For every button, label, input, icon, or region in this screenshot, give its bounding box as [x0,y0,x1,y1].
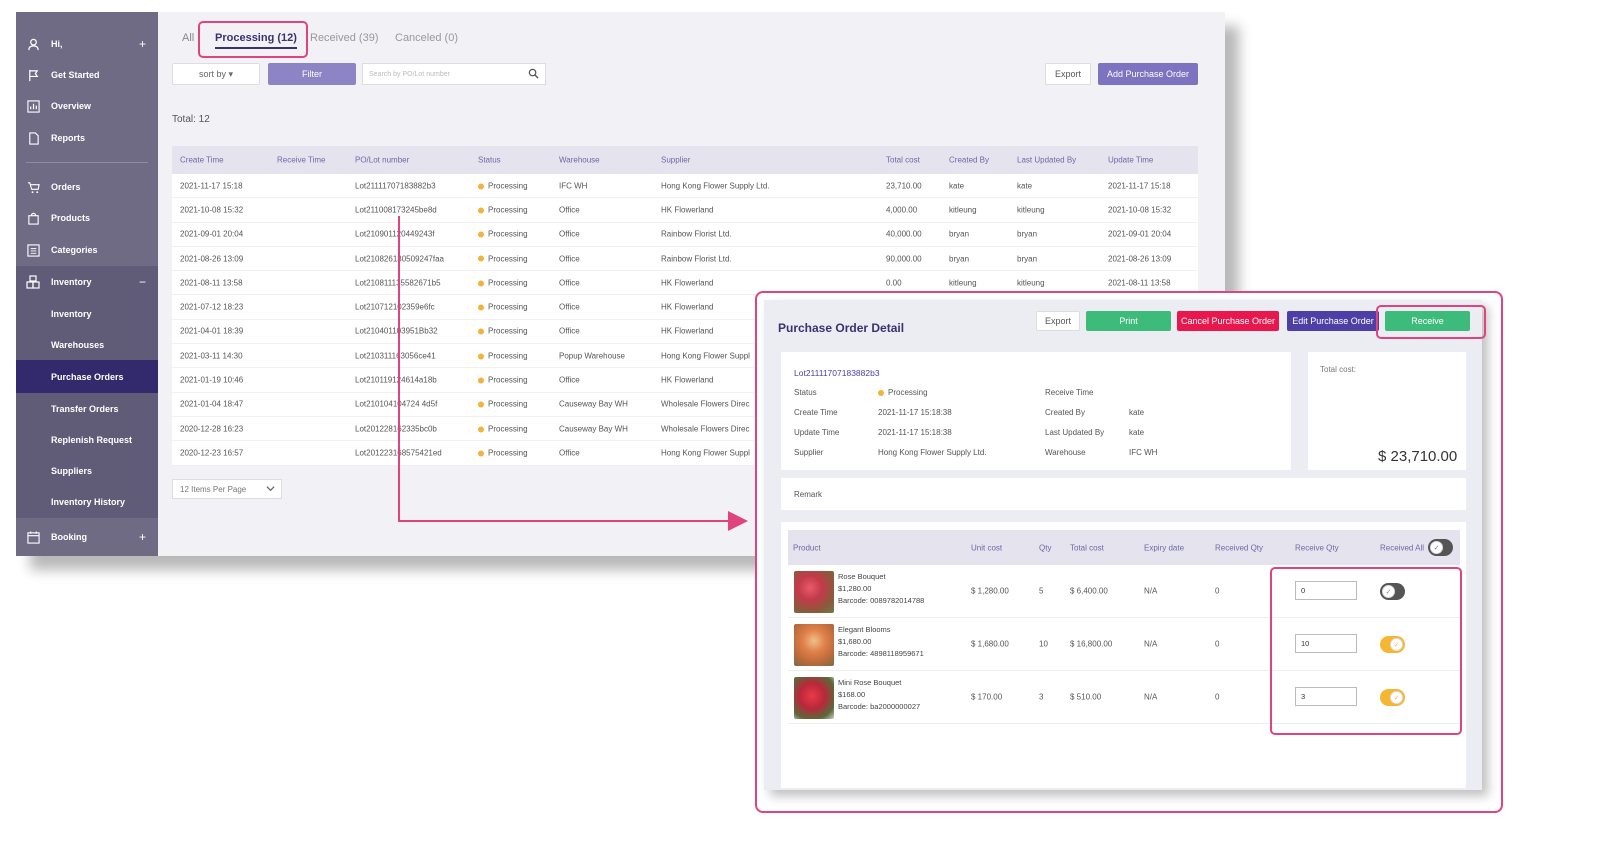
receive-qty-highlight [1270,567,1462,735]
product-price: $1,680.00 [838,637,872,646]
product-price: $1,280.00 [838,584,872,593]
unit-cost: $ 170.00 [971,692,1003,702]
product-column-header: Unit cost [971,543,1003,552]
update-time-value: 2021-11-17 15:18:38 [878,428,952,437]
qty: 10 [1039,639,1048,649]
detail-title: Purchase Order Detail [778,321,905,335]
status-value: Processing [878,388,928,397]
purchase-order-detail-panel: Purchase Order Detail Export Print Cance… [764,300,1486,790]
create-time-label: Create Time [794,408,838,417]
warehouse-value: IFC WH [1129,448,1158,457]
total-cost-value: $ 23,710.00 [1378,448,1458,465]
remark-label: Remark [794,490,823,499]
receive-time-label: Receive Time [1045,388,1094,397]
status-label: Status [794,388,817,397]
cancel-purchase-order-button[interactable]: Cancel Purchase Order [1177,311,1279,331]
product-column-header: Product [793,543,821,552]
product-column-header: Received All [1380,543,1425,552]
lot-number: Lot21111707183882b3 [794,368,880,378]
product-column-header: Qty [1039,543,1052,552]
unit-cost: $ 1,280.00 [971,586,1009,596]
remark-card: Remark [781,478,1466,510]
product-image [794,571,834,613]
product-barcode: Barcode: ba2000000027 [838,702,921,711]
product-column-header: Total cost [1070,543,1104,552]
status-dot [878,389,884,396]
product-price: $168.00 [838,690,866,699]
product-barcode: Barcode: 4898118959671 [838,649,924,658]
product-column-header: Expiry date [1144,543,1185,552]
last-updated-by-label: Last Updated By [1045,428,1105,437]
created-by-label: Created By [1045,408,1086,417]
product-info: Mini Rose Bouquet $168.00 Barcode: ba20000… [838,677,920,713]
product-name: Rose Bouquet [838,572,886,581]
supplier-value: Hong Kong Flower Supply Ltd. [878,448,987,457]
line-total: $ 510.00 [1070,692,1102,702]
product-image [794,624,834,666]
order-info-card: Lot21111707183882b3 Status Processing Cr… [781,352,1291,470]
received-qty: 0 [1215,639,1220,649]
qty: 3 [1039,692,1044,702]
product-name: Elegant Blooms [838,625,891,634]
qty: 5 [1039,586,1044,596]
total-cost-label: Total cost: [1320,365,1357,374]
received-all-master-toggle[interactable]: ✓ [1428,539,1453,556]
status-text: Processing [888,388,928,397]
update-time-label: Update Time [794,428,840,437]
products-table-header: Product Unit cost Qty Total cost Expiry date… [788,530,1460,565]
received-qty: 0 [1215,586,1220,596]
edit-purchase-order-button[interactable]: Edit Purchase Order [1287,311,1379,331]
expiry-date: N/A [1144,639,1158,649]
last-updated-by-value: kate [1129,428,1145,437]
unit-cost: $ 1,680.00 [971,639,1009,649]
created-by-value: kate [1129,408,1145,417]
supplier-label: Supplier [794,448,824,457]
line-total: $ 6,400.00 [1070,586,1108,596]
warehouse-label: Warehouse [1045,448,1086,457]
print-button[interactable]: Print [1086,311,1171,331]
received-qty: 0 [1215,692,1220,702]
detail-export-button[interactable]: Export [1036,311,1080,331]
product-info: Elegant Blooms $1,680.00 Barcode: 48981189… [838,624,924,660]
expiry-date: N/A [1144,586,1158,596]
product-barcode: Barcode: 0089782014788 [838,596,925,605]
product-column-header: Received Qty [1215,543,1264,552]
product-info: Rose Bouquet $1,280.00 Barcode: 0089782014… [838,571,924,607]
receive-button-highlight [1376,305,1486,339]
total-cost-card: Total cost: $ 23,710.00 [1308,352,1466,470]
expiry-date: N/A [1144,692,1158,702]
product-image [794,677,834,719]
product-name: Mini Rose Bouquet [838,678,902,687]
create-time-value: 2021-11-17 15:18:38 [878,408,952,417]
check-icon: ✓ [1430,541,1443,554]
line-total: $ 16,800.00 [1070,639,1113,649]
product-column-header: Receive Qty [1295,543,1339,552]
